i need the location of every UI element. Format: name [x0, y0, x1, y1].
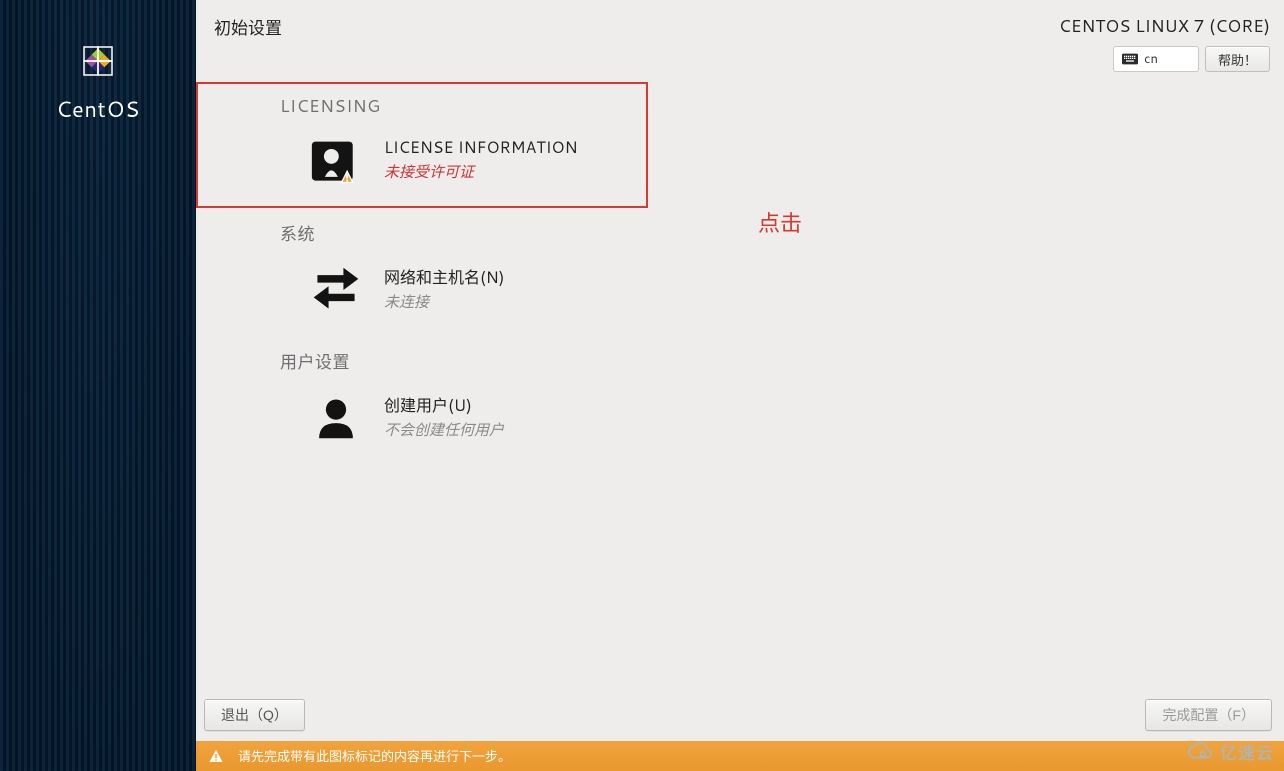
main-panel: 初始设置 CENTOS LINUX 7 (CORE): [196, 0, 1284, 771]
network-icon: [306, 264, 366, 316]
sidebar: CentOS: [0, 0, 196, 771]
section-title-user: 用户设置: [280, 348, 1224, 374]
license-icon: [306, 136, 366, 188]
watermark-text: 亿速云: [1220, 739, 1274, 765]
spoke-license-status: 未接受许可证: [384, 161, 578, 182]
spoke-network-label: 网络和主机名(N): [384, 264, 505, 289]
user-icon: [306, 392, 366, 444]
spoke-network[interactable]: 网络和主机名(N) 未连接: [280, 256, 1224, 324]
spoke-user-status: 不会创建任何用户: [384, 419, 504, 440]
finish-button[interactable]: 完成配置（F）: [1145, 699, 1272, 731]
page-title: 初始设置: [214, 14, 282, 40]
spoke-user[interactable]: 创建用户(U) 不会创建任何用户: [280, 384, 1224, 452]
help-button-label: 帮助！: [1218, 50, 1257, 69]
footer-buttons: 退出（Q） 完成配置（F）: [196, 699, 1284, 741]
keyboard-icon: [1122, 53, 1138, 65]
topbar: 初始设置 CENTOS LINUX 7 (CORE): [196, 0, 1284, 68]
warning-message: 请先完成带有此图标标记的内容再进行下一步。: [238, 746, 511, 766]
spoke-user-label: 创建用户(U): [384, 392, 504, 417]
quit-button[interactable]: 退出（Q）: [204, 699, 305, 731]
warning-icon: [208, 748, 224, 764]
section-title-system: 系统: [280, 220, 1224, 246]
section-title-licensing: LICENSING: [280, 94, 1224, 118]
warning-bar: 请先完成带有此图标标记的内容再进行下一步。: [196, 741, 1284, 771]
distro-label: CENTOS LINUX 7 (CORE): [1059, 14, 1270, 38]
finish-button-label: 完成配置（F）: [1162, 707, 1255, 723]
watermark: 亿速云: [1186, 739, 1274, 765]
keyboard-layout-text: cn: [1144, 50, 1158, 68]
cloud-icon: [1186, 742, 1214, 762]
spoke-network-status: 未连接: [384, 291, 505, 312]
brand-text: CentOS: [56, 94, 140, 125]
centos-logo-icon: [73, 36, 123, 86]
content-area: 点击 LICENSING: [196, 68, 1284, 699]
annotation-click-hint: 点击: [758, 206, 802, 238]
spoke-license-label: LICENSE INFORMATION: [384, 136, 578, 159]
spoke-license[interactable]: LICENSE INFORMATION 未接受许可证: [280, 128, 1224, 196]
quit-button-label: 退出（Q）: [221, 707, 288, 723]
